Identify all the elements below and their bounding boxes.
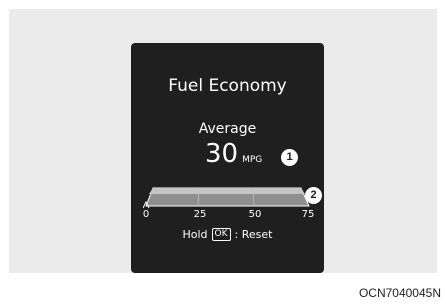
tick-label: 0 [142,209,150,220]
tick-label: 75 [301,209,315,220]
callout-marker-2: 2 [305,187,322,204]
screen-title: Fuel Economy [168,76,287,96]
tick-label: 50 [248,209,262,220]
average-label: Average [198,121,257,137]
fuel-economy-gauge [143,187,310,209]
gauge-tick-labels: 0 25 50 75 [131,209,324,221]
fuel-economy-value: 30 [205,139,239,169]
fuel-economy-unit: MPG [242,155,263,165]
gauge-bar-highlight [149,188,305,194]
cluster-display: Fuel Economy Average 30 MPG 1 2 0 25 50 … [131,43,324,273]
ok-key-icon: OK [211,228,231,241]
hint-suffix: : Reset [234,228,273,241]
reset-instruction: Hold OK : Reset [131,228,324,241]
fuel-economy-readout: 30 MPG [205,139,262,169]
figure-code: OCN7040045N [358,286,441,300]
tick-label: 25 [193,209,207,220]
callout-marker-1: 1 [281,149,298,166]
hint-prefix: Hold [182,228,208,241]
